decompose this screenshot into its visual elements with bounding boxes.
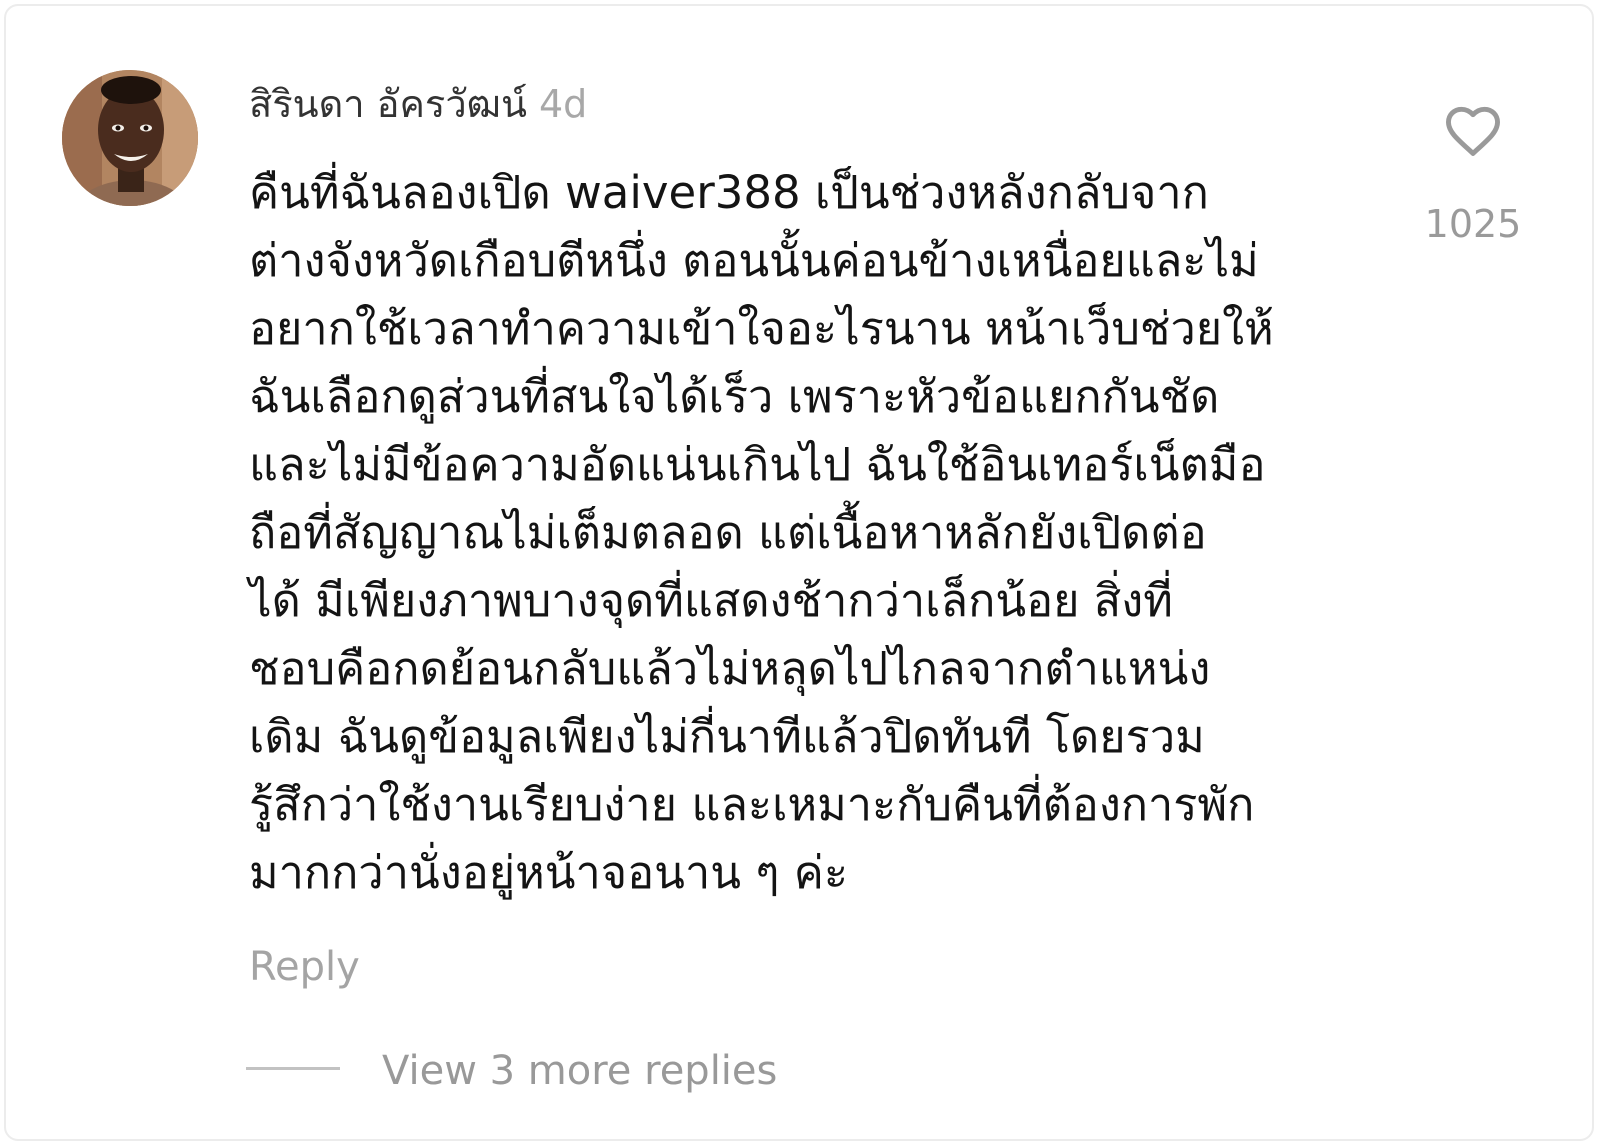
comment-line: ต่างจังหวัดเกือบตีหนึ่ง ตอนนั้นค่อนข้างเ… xyxy=(249,234,1259,287)
comment-author[interactable]: สิรินดา อัครวัฒน์ 4d xyxy=(249,80,587,128)
like-button[interactable] xyxy=(1442,101,1504,163)
comment-line: และไม่มีข้อความอัดแน่นเกินไป ฉันใช้อินเท… xyxy=(249,438,1266,491)
comment-line: ฉันเลือกดูส่วนที่สนใจได้เร็ว เพราะหัวข้อ… xyxy=(249,370,1220,423)
comment-line: ได้ มีเพียงภาพบางจุดที่แสดงช้ากว่าเล็กน้… xyxy=(249,574,1173,627)
comment-line: เดิม ฉันดูข้อมูลเพียงไม่กี่นาทีแล้วปิดทั… xyxy=(249,710,1205,763)
comment-line: รู้สึกว่าใช้งานเรียบง่าย และเหมาะกับคืนท… xyxy=(249,778,1255,831)
avatar-image xyxy=(62,70,198,206)
like-count: 1025 xyxy=(1424,202,1522,246)
comment-line: คืนที่ฉันลองเปิด waiver388 เป็นช่วงหลังก… xyxy=(249,166,1209,219)
username[interactable]: สิรินดา อัครวัฒน์ xyxy=(249,82,527,126)
comment-line: อยากใช้เวลาทำความเข้าใจอะไรนาน หน้าเว็บช… xyxy=(249,302,1274,355)
heart-outline-icon xyxy=(1446,106,1500,156)
view-more-replies-button[interactable]: View 3 more replies xyxy=(382,1046,777,1096)
reply-button[interactable]: Reply xyxy=(249,942,360,992)
comment-line: ชอบคือกดย้อนกลับแล้วไม่หลุดไปไกลจากตำแหน… xyxy=(249,642,1211,695)
comment-line: ถือที่สัญญาณไม่เต็มตลอด แต่เนื้อหาหลักยั… xyxy=(249,506,1207,559)
comment-line: มากกว่านั่งอยู่หน้าจอนาน ๆ ค่ะ xyxy=(249,846,849,899)
avatar[interactable] xyxy=(62,70,198,206)
replies-divider xyxy=(246,1067,340,1070)
comment-timestamp: 4d xyxy=(538,82,588,126)
comment-text: คืนที่ฉันลองเปิด waiver388 เป็นช่วงหลังก… xyxy=(249,159,1379,907)
comment-card: สิรินดา อัครวัฒน์ 4d คืนที่ฉันลองเปิด wai… xyxy=(4,4,1594,1141)
